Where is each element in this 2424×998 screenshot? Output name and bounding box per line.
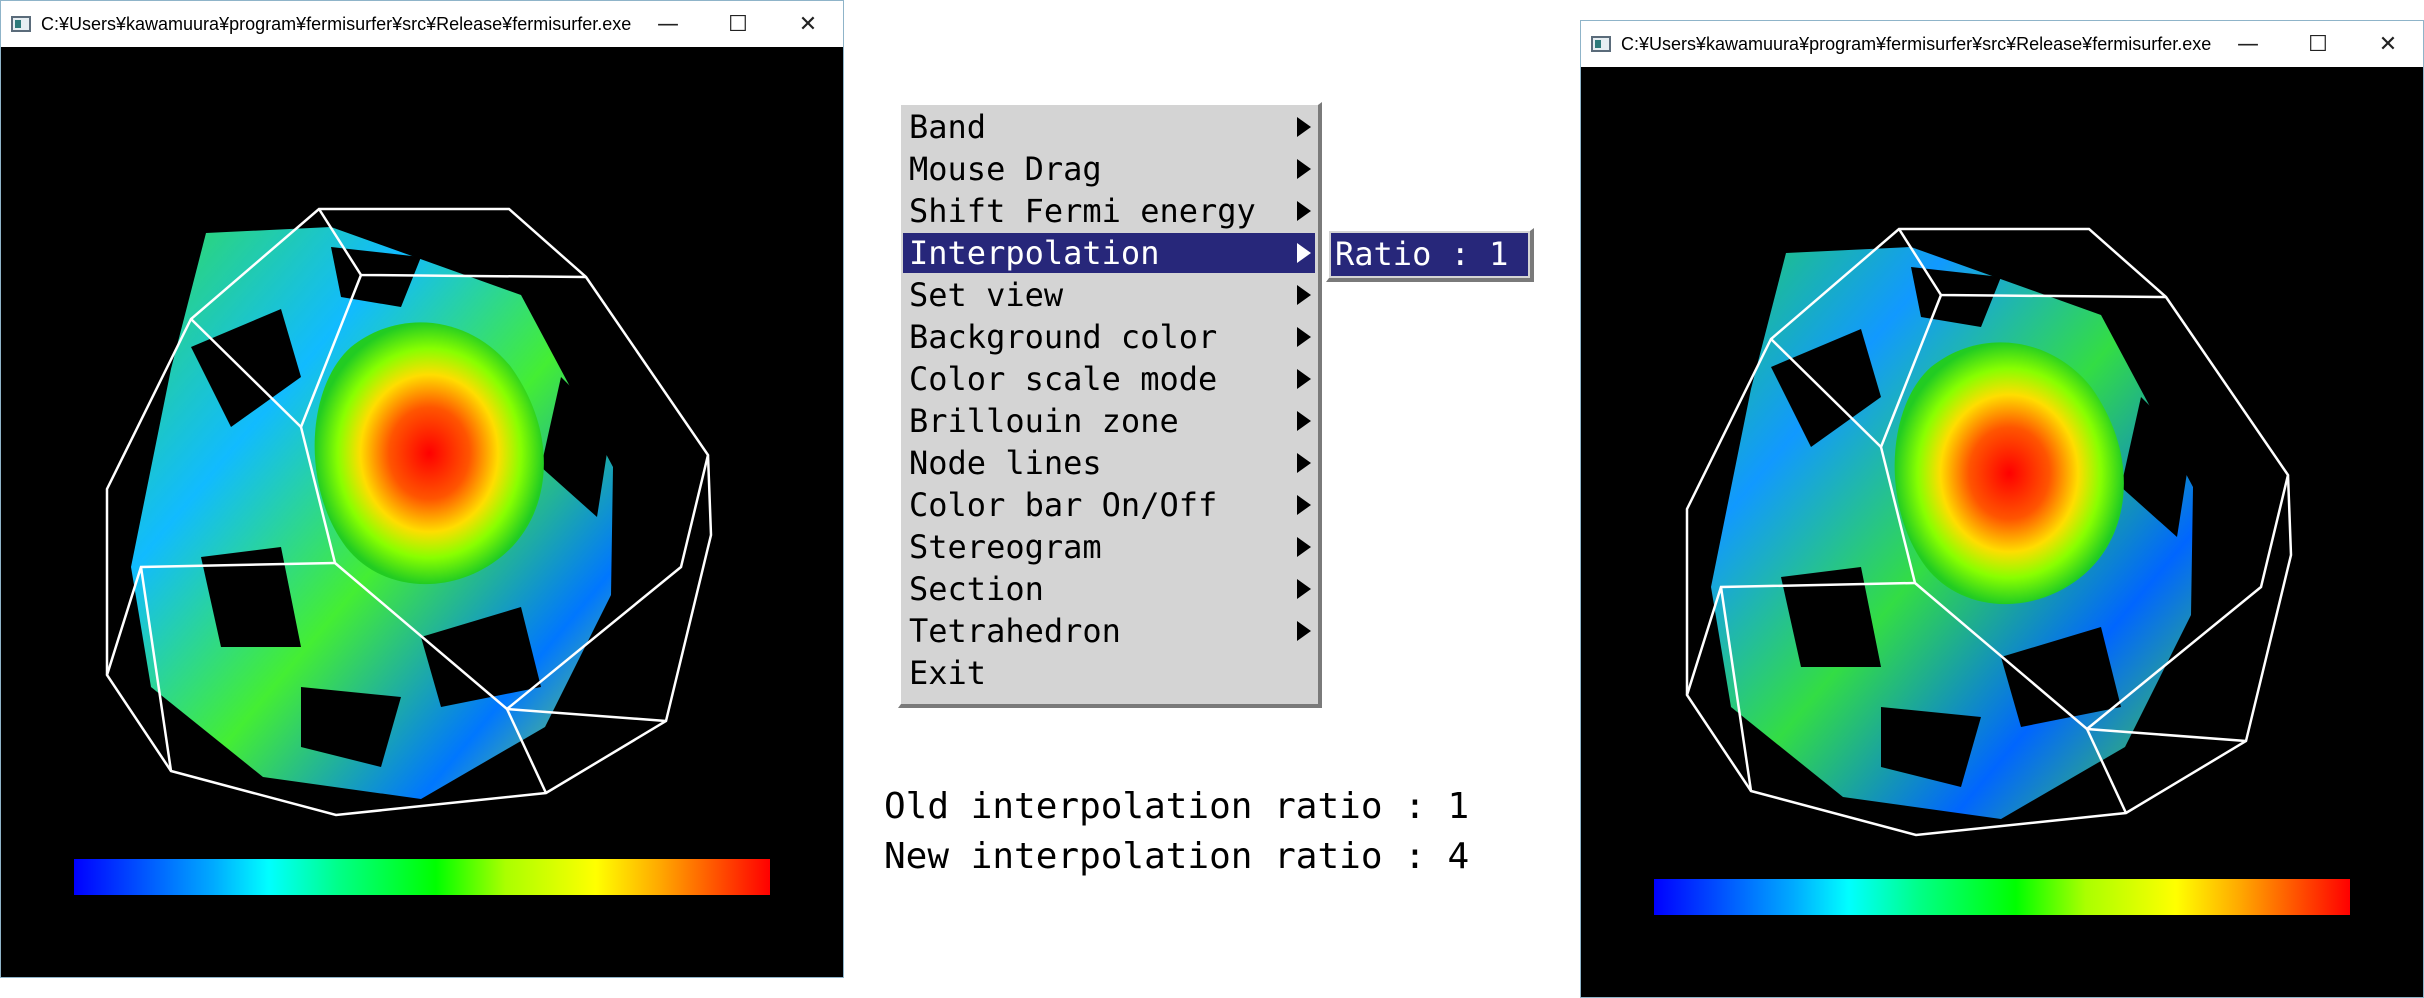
minimize-icon[interactable]: — [2213,21,2283,67]
color-bar [74,859,770,895]
submenu-arrow-icon [1297,117,1311,137]
minimize-icon[interactable]: — [633,1,703,47]
fermi-surface-render [1685,227,2293,837]
old-ratio-note: Old interpolation ratio : 1 [884,786,1470,827]
submenu-item-ratio-1[interactable]: Ratio : 1 [1331,233,1528,276]
fermi-surface-viewport[interactable] [1,47,843,977]
window-title: C:¥Users¥kawamuura¥program¥fermisurfer¥s… [1621,33,2212,54]
context-menu: Band Mouse Drag Shift Fermi energy Inter… [898,102,1322,708]
left-titlebar[interactable]: C:¥Users¥kawamuura¥program¥fermisurfer¥s… [1,1,843,47]
close-icon[interactable]: ✕ [2353,21,2423,67]
menu-item-exit[interactable]: Exit [903,653,1315,693]
submenu-arrow-icon [1297,201,1311,221]
maximize-icon[interactable]: ☐ [703,1,773,47]
menu-item-mouse-drag[interactable]: Mouse Drag [903,149,1315,189]
menu-item-brillouin-zone[interactable]: Brillouin zone [903,401,1315,441]
menu-item-background-color[interactable]: Background color [903,317,1315,357]
right-window: C:¥Users¥kawamuura¥program¥fermisurfer¥s… [1580,20,2424,998]
fermi-surface-render [105,207,713,817]
menu-item-color-bar[interactable]: Color bar On/Off [903,485,1315,525]
interpolation-submenu: Ratio : 1 [1326,228,1534,282]
color-bar [1654,879,2350,915]
menu-item-section[interactable]: Section [903,569,1315,609]
submenu-arrow-icon [1297,411,1311,431]
menu-item-set-view[interactable]: Set view [903,275,1315,315]
submenu-arrow-icon [1297,453,1311,473]
right-titlebar[interactable]: C:¥Users¥kawamuura¥program¥fermisurfer¥s… [1581,21,2423,67]
submenu-arrow-icon [1297,537,1311,557]
new-ratio-note: New interpolation ratio : 4 [884,836,1470,877]
submenu-arrow-icon [1297,243,1311,263]
close-icon[interactable]: ✕ [773,1,843,47]
submenu-arrow-icon [1297,495,1311,515]
menu-item-stereogram[interactable]: Stereogram [903,527,1315,567]
menu-item-node-lines[interactable]: Node lines [903,443,1315,483]
window-title: C:¥Users¥kawamuura¥program¥fermisurfer¥s… [41,13,632,34]
maximize-icon[interactable]: ☐ [2283,21,2353,67]
submenu-arrow-icon [1297,159,1311,179]
submenu-arrow-icon [1297,621,1311,641]
menu-item-interpolation[interactable]: Interpolation [903,233,1315,273]
menu-item-band[interactable]: Band [903,107,1315,147]
submenu-arrow-icon [1297,285,1311,305]
left-window: C:¥Users¥kawamuura¥program¥fermisurfer¥s… [0,0,844,978]
menu-item-color-scale-mode[interactable]: Color scale mode [903,359,1315,399]
app-icon [11,16,31,32]
menu-item-shift-fermi-energy[interactable]: Shift Fermi energy [903,191,1315,231]
submenu-arrow-icon [1297,327,1311,347]
fermi-surface-viewport[interactable] [1581,67,2423,997]
submenu-arrow-icon [1297,369,1311,389]
menu-item-tetrahedron[interactable]: Tetrahedron [903,611,1315,651]
submenu-arrow-icon [1297,579,1311,599]
app-icon [1591,36,1611,52]
